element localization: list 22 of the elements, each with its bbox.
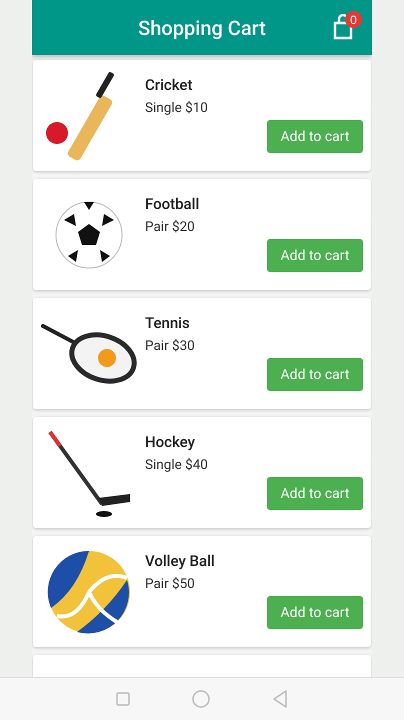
add-to-cart-button[interactable]: Add to cart — [267, 120, 363, 153]
add-to-cart-button[interactable]: Add to cart — [267, 358, 363, 391]
product-name: Football — [145, 195, 200, 213]
product-price: Single $40 — [145, 457, 208, 473]
cart-button[interactable]: 0 — [332, 11, 362, 40]
soccer-ball-drawing — [54, 200, 124, 270]
product-name: Hockey — [145, 433, 196, 451]
product-price: Pair $30 — [145, 338, 195, 354]
recent-apps-icon[interactable] — [116, 692, 130, 706]
product-name: Cricket — [145, 76, 194, 94]
product-name: Tennis — [145, 314, 191, 332]
add-to-cart-button[interactable]: Add to cart — [267, 239, 363, 272]
home-icon[interactable] — [192, 690, 210, 708]
cart-count-badge: 0 — [345, 11, 362, 28]
product-name: Volley Ball — [145, 552, 215, 570]
product-price: Pair $20 — [145, 219, 196, 235]
app-title: Shopping Cart — [138, 16, 266, 40]
product-price: Pair $50 — [145, 576, 196, 592]
add-to-cart-button[interactable]: Add to cart — [267, 596, 363, 629]
product-price: Single $10 — [145, 100, 208, 116]
back-icon[interactable] — [272, 690, 288, 708]
add-to-cart-button[interactable]: Add to cart — [267, 477, 363, 510]
